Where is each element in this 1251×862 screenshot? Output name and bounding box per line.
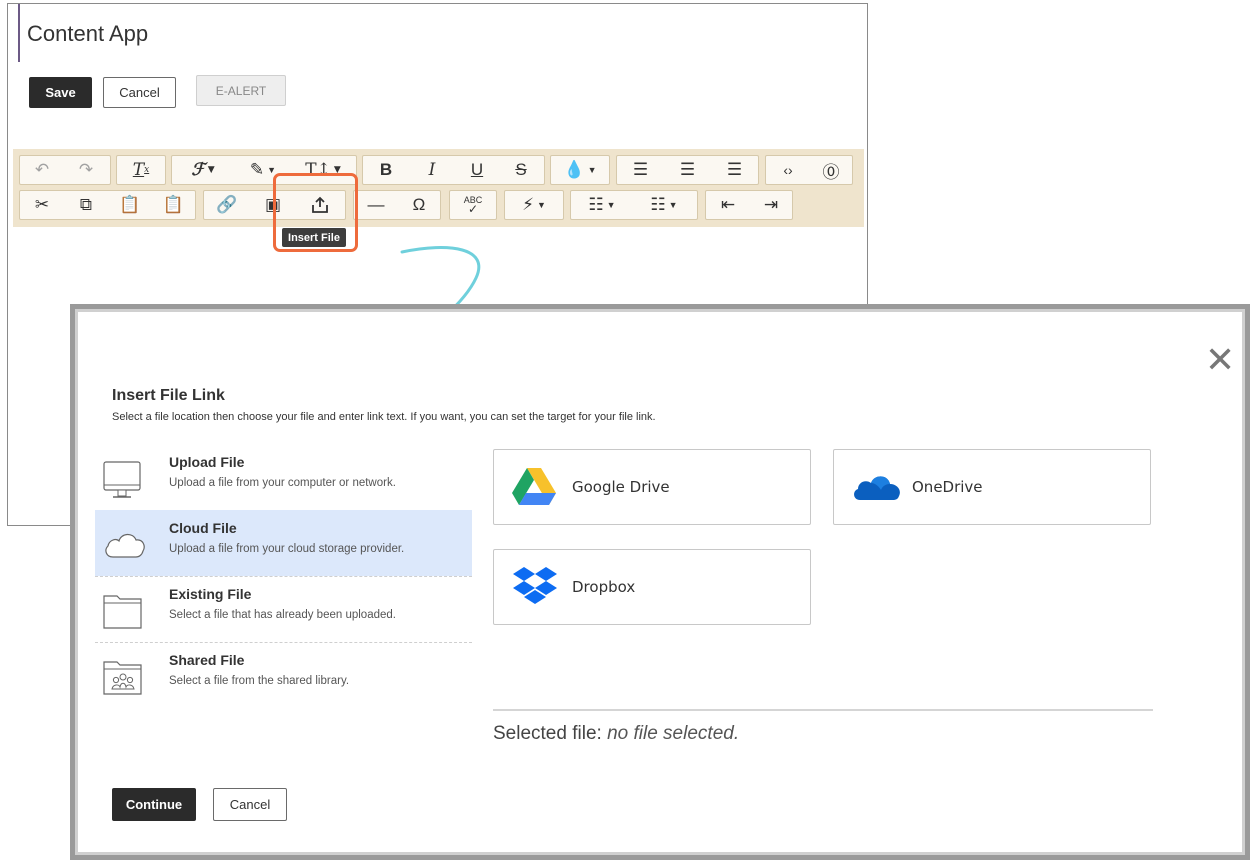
provider-google-drive[interactable]: Google Drive — [493, 449, 811, 525]
google-drive-icon — [512, 468, 556, 505]
selected-file-status: Selected file: no file selected. — [493, 723, 739, 745]
undo-icon[interactable]: ↶ — [20, 156, 64, 184]
list-group: ☷ ▼ ☷ ▼ — [570, 190, 698, 220]
continue-button[interactable]: Continue — [112, 788, 196, 821]
help-icon[interactable]: ⓪ — [810, 156, 852, 184]
location-title: Upload File — [169, 454, 245, 470]
close-icon[interactable]: ✕ — [1205, 343, 1235, 379]
location-title: Shared File — [169, 652, 245, 668]
clipboard-group: ✂ ⧉ 📋 📋 — [19, 190, 196, 220]
paste-text-icon[interactable]: 📋 — [152, 191, 195, 219]
color-group: 💧 ▼ — [550, 155, 610, 185]
selected-file-divider — [493, 709, 1153, 711]
italic-icon[interactable]: I — [409, 156, 455, 184]
outdent-icon[interactable]: ⇤ — [706, 191, 750, 219]
provider-dropbox[interactable]: Dropbox — [493, 549, 811, 625]
spellcheck-icon[interactable]: ABC ✓ — [450, 191, 496, 219]
selected-file-label: Selected file: — [493, 723, 608, 744]
provider-label: Google Drive — [572, 478, 670, 496]
cloud-icon — [105, 533, 145, 558]
location-subtitle: Upload a file from your computer or netw… — [169, 477, 396, 489]
clear-format-icon[interactable]: Tx — [117, 156, 165, 184]
cancel-button[interactable]: Cancel — [103, 77, 176, 108]
redo-icon[interactable]: ↷ — [64, 156, 108, 184]
location-existing-file[interactable]: Existing File Select a file that has alr… — [95, 576, 472, 642]
monitor-icon — [103, 461, 141, 498]
indent-icon[interactable]: ⇥ — [750, 191, 792, 219]
insert-file-tooltip: Insert File — [282, 228, 346, 247]
app-title: Content App — [27, 21, 149, 46]
bolt-icon[interactable]: ⚡ ▼ — [505, 191, 563, 219]
shared-folder-icon — [103, 661, 142, 695]
misc-group: ‹› ⓪ — [765, 155, 853, 185]
location-subtitle: Select a file that has already been uplo… — [169, 609, 396, 621]
code-icon[interactable]: ‹› — [766, 156, 810, 184]
location-title: Cloud File — [169, 520, 237, 536]
clear-group: Tx — [116, 155, 166, 185]
indent-group: ⇤ ⇥ — [705, 190, 793, 220]
spell-group: ABC ✓ — [449, 190, 497, 220]
location-shared-file[interactable]: Shared File Select a file from the share… — [95, 642, 472, 708]
location-subtitle: Upload a file from your cloud storage pr… — [169, 543, 405, 555]
e-alert-button[interactable]: E-ALERT — [196, 75, 286, 106]
color-icon[interactable]: 💧 ▼ — [551, 156, 609, 184]
folder-icon — [103, 595, 142, 629]
bullet-list-icon[interactable]: ☷ ▼ — [571, 191, 633, 219]
numbered-list-icon[interactable]: ☷ ▼ — [633, 191, 695, 219]
save-button[interactable]: Save — [29, 77, 92, 108]
provider-label: Dropbox — [572, 578, 636, 596]
selected-file-value: no file selected. — [607, 723, 740, 744]
location-subtitle: Select a file from the shared library. — [169, 675, 350, 687]
bolt-group: ⚡ ▼ — [504, 190, 564, 220]
dialog-cancel-button[interactable]: Cancel — [213, 788, 287, 821]
dialog-description: Select a file location then choose your … — [112, 411, 656, 423]
insert-file-dialog: ✕ Insert File Link Select a file locatio… — [70, 304, 1250, 860]
underline-icon[interactable]: U — [455, 156, 499, 184]
provider-label: OneDrive — [912, 478, 983, 496]
history-group: ↶ ↷ — [19, 155, 111, 185]
location-cloud-file[interactable]: Cloud File Upload a file from your cloud… — [95, 510, 472, 576]
bold-icon[interactable]: B — [363, 156, 409, 184]
align-left-icon[interactable]: ☰ — [617, 156, 664, 184]
dialog-title: Insert File Link — [112, 387, 225, 404]
paste-icon[interactable]: 📋 — [108, 191, 152, 219]
link-icon[interactable]: 🔗 — [204, 191, 250, 219]
align-right-icon[interactable]: ☰ — [711, 156, 758, 184]
copy-icon[interactable]: ⧉ — [64, 191, 108, 219]
provider-onedrive[interactable]: OneDrive — [833, 449, 1151, 525]
onedrive-icon — [854, 476, 900, 500]
horizontal-rule-icon[interactable]: — — [354, 191, 398, 219]
cut-icon[interactable]: ✂ — [20, 191, 64, 219]
symbols-group: — Ω — [353, 190, 441, 220]
align-group: ☰ ☰ ☰ — [616, 155, 759, 185]
editor-toolbar: ↶ ↷ Tx ℱ ▼ ✎ ▼ T↕ ▼ B I U S 💧 ▼ ☰ ☰ ☰ ‹› ⓪ — [13, 149, 864, 227]
text-style-group: B I U S — [362, 155, 545, 185]
strikethrough-icon[interactable]: S — [499, 156, 543, 184]
dropbox-icon — [513, 567, 557, 604]
location-title: Existing File — [169, 586, 252, 602]
location-upload-file[interactable]: Upload File Upload a file from your comp… — [95, 444, 472, 510]
align-center-icon[interactable]: ☰ — [664, 156, 711, 184]
font-family-icon[interactable]: ℱ ▼ — [172, 156, 234, 184]
omega-icon[interactable]: Ω — [398, 191, 440, 219]
